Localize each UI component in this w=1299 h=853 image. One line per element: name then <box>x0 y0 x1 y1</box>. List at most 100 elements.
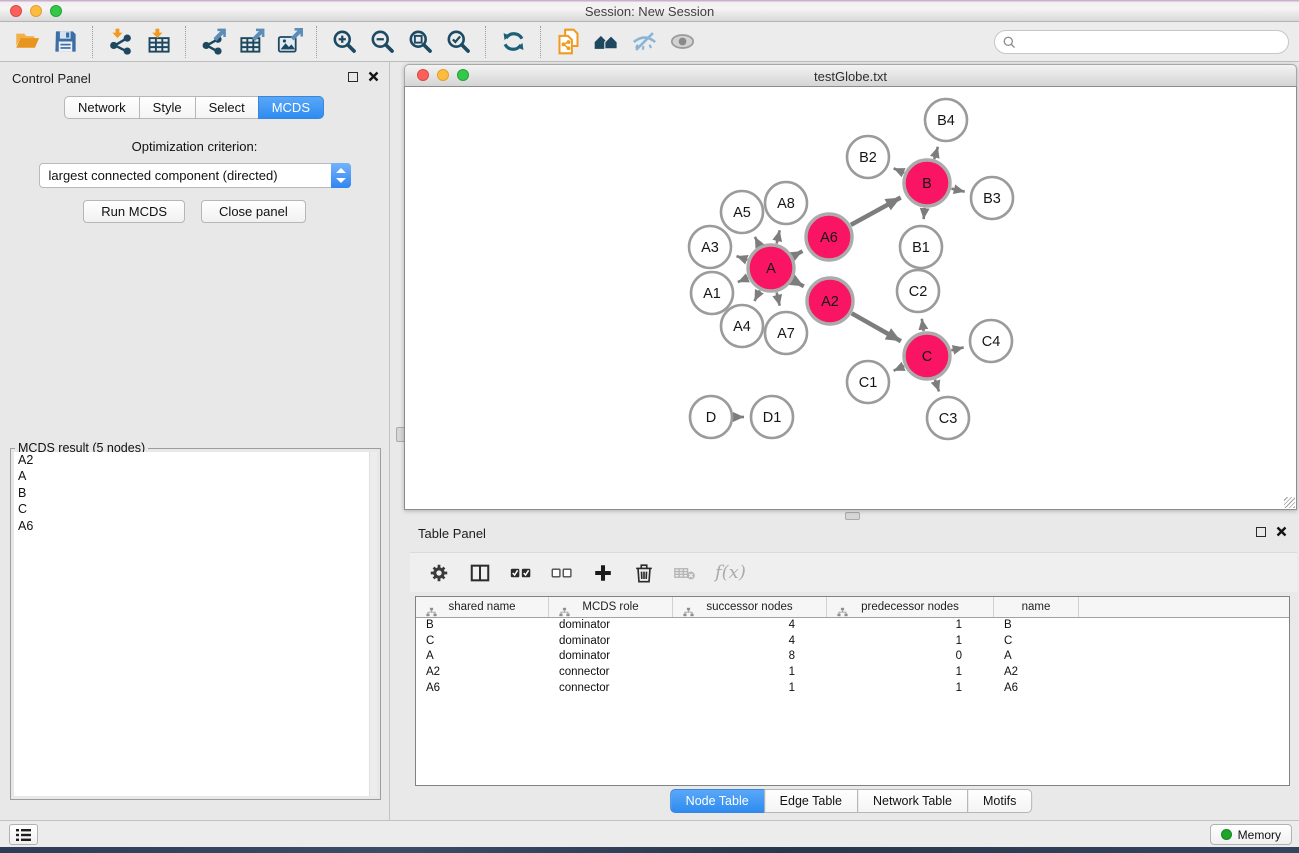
toggle-columns-button[interactable] <box>469 558 491 588</box>
result-scrollbar[interactable] <box>369 452 377 796</box>
edge-A-A6[interactable] <box>793 251 803 256</box>
node-A7[interactable]: A7 <box>765 312 807 354</box>
save-session-button[interactable] <box>46 25 84 59</box>
node-A2[interactable]: A2 <box>807 278 853 324</box>
node-A4[interactable]: A4 <box>721 305 763 347</box>
tab-select[interactable]: Select <box>195 96 259 119</box>
export-network-button[interactable] <box>194 25 232 59</box>
cell-name[interactable]: B <box>994 618 1079 634</box>
cell-MCDS-role[interactable]: dominator <box>549 634 673 650</box>
table-row[interactable]: Bdominator41B <box>416 618 1289 634</box>
zoom-selected-button[interactable] <box>439 25 477 59</box>
run-mcds-button[interactable]: Run MCDS <box>83 200 185 223</box>
apply-layout-button[interactable] <box>494 25 532 59</box>
select-all-button[interactable] <box>510 558 532 588</box>
column-header-name[interactable]: name <box>994 597 1079 617</box>
edge-A-A4[interactable] <box>755 290 760 301</box>
network-canvas[interactable]: B4B2BB3A8A5A6A3B1AC2A1A2A4A7C4CC1C3DD1 <box>404 86 1297 510</box>
cell-name[interactable]: C <box>994 634 1079 650</box>
cell-successor-nodes[interactable]: 8 <box>673 649 827 665</box>
column-header-shared-name[interactable]: shared name <box>416 597 549 617</box>
cell-predecessor-nodes[interactable]: 1 <box>827 634 994 650</box>
node-table[interactable]: shared nameMCDS rolesuccessor nodesprede… <box>415 596 1290 786</box>
tab-style[interactable]: Style <box>139 96 196 119</box>
cell-shared-name[interactable]: C <box>416 634 549 650</box>
mcds-result-item[interactable]: B <box>14 485 377 501</box>
node-B2[interactable]: B2 <box>847 136 889 178</box>
node-C[interactable]: C <box>904 333 950 379</box>
overview-button[interactable] <box>587 25 625 59</box>
node-C4[interactable]: C4 <box>970 320 1012 362</box>
node-D1[interactable]: D1 <box>751 396 793 438</box>
column-header-predecessor-nodes[interactable]: predecessor nodes <box>827 597 994 617</box>
node-A5[interactable]: A5 <box>721 191 763 233</box>
node-A8[interactable]: A8 <box>765 182 807 224</box>
edge-C-C3[interactable] <box>935 380 939 392</box>
cell-MCDS-role[interactable]: dominator <box>549 618 673 634</box>
table-row[interactable]: A6connector11A6 <box>416 681 1289 697</box>
mcds-result-item[interactable]: A6 <box>14 518 377 534</box>
window-resize-grip[interactable] <box>1284 497 1295 508</box>
hide-details-button[interactable] <box>625 25 663 59</box>
edge-A6-B[interactable] <box>851 198 901 225</box>
close-panel-icon[interactable] <box>368 71 379 82</box>
column-header-successor-nodes[interactable]: successor nodes <box>673 597 827 617</box>
cell-shared-name[interactable]: A <box>416 649 549 665</box>
close-panel-button[interactable]: Close panel <box>201 200 306 223</box>
tab-mcds[interactable]: MCDS <box>258 96 324 119</box>
node-B[interactable]: B <box>904 160 950 206</box>
delete-table-button[interactable] <box>674 558 696 588</box>
edge-A-A5[interactable] <box>755 237 760 246</box>
close-table-panel-icon[interactable] <box>1276 526 1287 537</box>
node-B1[interactable]: B1 <box>900 226 942 268</box>
memory-button[interactable]: Memory <box>1210 824 1292 845</box>
export-table-button[interactable] <box>232 25 270 59</box>
edge-B-B2[interactable] <box>894 168 905 173</box>
edge-C-C4[interactable] <box>951 347 963 350</box>
mcds-result-item[interactable]: A2 <box>14 452 377 468</box>
deselect-all-button[interactable] <box>551 558 573 588</box>
add-column-button[interactable] <box>592 558 614 588</box>
task-history-button[interactable] <box>9 824 38 845</box>
delete-column-button[interactable] <box>633 558 655 588</box>
function-builder-button[interactable]: f(x) <box>715 558 746 588</box>
cell-name[interactable]: A6 <box>994 681 1079 697</box>
edge-A-A3[interactable] <box>737 256 748 260</box>
node-A1[interactable]: A1 <box>691 272 733 314</box>
edge-A-A7[interactable] <box>777 292 780 305</box>
tab-network[interactable]: Network <box>64 96 140 119</box>
open-session-button[interactable] <box>8 25 46 59</box>
node-A[interactable]: A <box>748 245 794 291</box>
import-network-button[interactable] <box>101 25 139 59</box>
network-window-titlebar[interactable]: testGlobe.txt <box>404 64 1297 86</box>
float-table-panel-icon[interactable] <box>1256 527 1266 537</box>
table-settings-button[interactable] <box>428 558 450 588</box>
edge-B-B4[interactable] <box>934 147 938 159</box>
edge-C-C2[interactable] <box>922 319 924 332</box>
cell-successor-nodes[interactable]: 1 <box>673 681 827 697</box>
network-from-selection-button[interactable] <box>549 25 587 59</box>
cell-predecessor-nodes[interactable]: 0 <box>827 649 994 665</box>
cell-successor-nodes[interactable]: 4 <box>673 634 827 650</box>
export-image-button[interactable] <box>270 25 308 59</box>
mcds-result-item[interactable]: A <box>14 468 377 484</box>
cell-shared-name[interactable]: A2 <box>416 665 549 681</box>
edge-A-A1[interactable] <box>738 278 748 282</box>
cell-MCDS-role[interactable]: connector <box>549 681 673 697</box>
network-graph[interactable]: B4B2BB3A8A5A6A3B1AC2A1A2A4A7C4CC1C3DD1 <box>405 87 1296 509</box>
tab-edge-table[interactable]: Edge Table <box>764 789 858 813</box>
table-row[interactable]: Adominator80A <box>416 649 1289 665</box>
cell-predecessor-nodes[interactable]: 1 <box>827 665 994 681</box>
tab-node-table[interactable]: Node Table <box>670 789 765 813</box>
node-D[interactable]: D <box>690 396 732 438</box>
cell-name[interactable]: A <box>994 649 1079 665</box>
table-row[interactable]: A2connector11A2 <box>416 665 1289 681</box>
criterion-select[interactable]: largest connected component (directed) <box>39 163 351 188</box>
edge-A2-C[interactable] <box>852 313 901 341</box>
node-A3[interactable]: A3 <box>689 226 731 268</box>
node-A6[interactable]: A6 <box>806 214 852 260</box>
column-header-MCDS-role[interactable]: MCDS role <box>549 597 673 617</box>
node-C3[interactable]: C3 <box>927 397 969 439</box>
zoom-in-button[interactable] <box>325 25 363 59</box>
node-C2[interactable]: C2 <box>897 270 939 312</box>
